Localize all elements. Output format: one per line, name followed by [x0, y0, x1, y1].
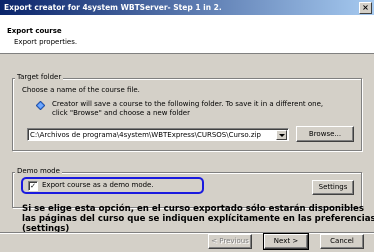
wizard-header: Export course Export properties.: [0, 15, 374, 54]
cancel-button[interactable]: Cancel: [320, 234, 364, 249]
settings-button-label: Settings: [318, 183, 348, 191]
demo-mode-checkbox[interactable]: ✓: [28, 181, 38, 191]
export-creator-window: Export creator for 4system WBTServer- St…: [0, 0, 374, 252]
title-bar: Export creator for 4system WBTServer- St…: [0, 0, 374, 15]
demo-mode-label: Demo mode: [15, 167, 62, 176]
close-icon: ×: [362, 3, 369, 12]
demo-mode-checkbox-label[interactable]: Export course as a demo mode.: [42, 181, 154, 190]
window-title: Export creator for 4system WBTServer- St…: [4, 3, 222, 12]
browse-button[interactable]: Browse...: [296, 126, 354, 142]
annotation-line2: las páginas del curso que se indiquen ex…: [22, 214, 374, 224]
annotation-text: Si se elige esta opción, en el curso exp…: [22, 204, 374, 234]
info-diamond-icon: [36, 101, 45, 110]
page-title: Export course: [7, 27, 62, 35]
close-button[interactable]: ×: [359, 2, 372, 14]
chevron-down-icon[interactable]: [276, 130, 287, 140]
target-folder-info-line1: Creator will save a course to the follow…: [52, 100, 324, 108]
previous-button-label: < Previous: [211, 237, 249, 245]
browse-button-label: Browse...: [308, 130, 342, 138]
check-icon: ✓: [30, 182, 36, 190]
footer-divider: [0, 232, 374, 234]
annotation-line1: Si se elige esta opción, en el curso exp…: [22, 204, 364, 214]
target-folder-label: Target folder: [15, 73, 64, 82]
target-path-combobox[interactable]: C:\Archivos de programa\4system\WBTExpre…: [27, 128, 289, 141]
target-folder-info-line2: click "Browse" and choose a new folder: [52, 109, 190, 117]
page-subtitle: Export properties.: [14, 38, 78, 46]
next-button[interactable]: Next >: [263, 233, 309, 250]
cancel-button-label: Cancel: [330, 237, 354, 245]
target-folder-instruction: Choose a name of the course file.: [22, 86, 140, 94]
target-path-value: C:\Archivos de programa\4system\WBTExpre…: [30, 131, 261, 139]
previous-button[interactable]: < Previous: [208, 234, 252, 249]
settings-button[interactable]: Settings: [312, 180, 354, 195]
next-button-label: Next >: [273, 237, 299, 245]
